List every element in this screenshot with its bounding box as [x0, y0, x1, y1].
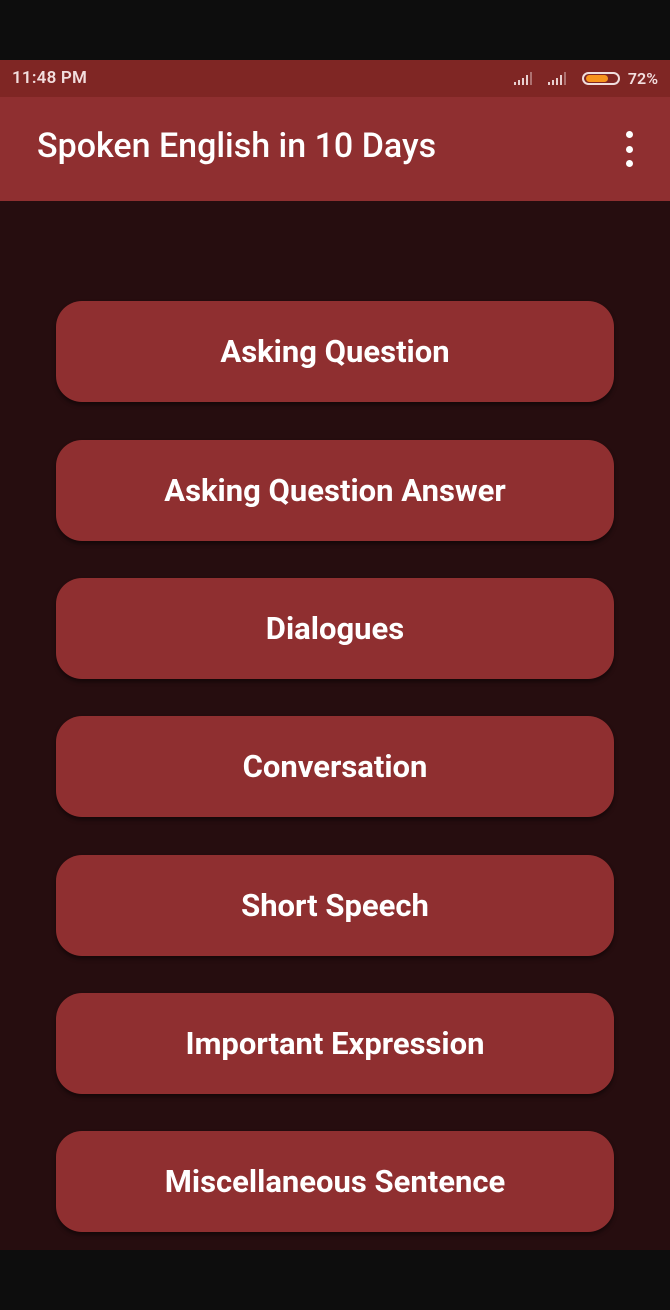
- battery-fill: [585, 74, 608, 82]
- status-bar: 11:48 PM 72%: [0, 60, 670, 97]
- more-vert-icon[interactable]: [616, 131, 642, 167]
- miscellaneous-sentence-button[interactable]: Miscellaneous Sentence: [56, 1131, 614, 1232]
- status-icons: 72%: [513, 67, 658, 89]
- signal-icon: [547, 71, 570, 85]
- app-title: Spoken English in 10 Days: [37, 126, 437, 166]
- main-content: Asking Question Asking Question Answer D…: [0, 201, 670, 1250]
- status-time: 11:48 PM: [12, 68, 88, 88]
- asking-question-button[interactable]: Asking Question: [56, 301, 614, 402]
- short-speech-button[interactable]: Short Speech: [56, 855, 614, 956]
- navigation-bar: [0, 1250, 670, 1310]
- battery-percent: 72%: [627, 68, 658, 88]
- asking-question-answer-button[interactable]: Asking Question Answer: [56, 440, 614, 541]
- signal-icon: [513, 71, 536, 85]
- battery-icon: [581, 71, 620, 85]
- screen: 11:48 PM 72% Spoken English in 10 Days A…: [0, 0, 670, 1310]
- conversation-button[interactable]: Conversation: [56, 716, 614, 817]
- dialogues-button[interactable]: Dialogues: [56, 578, 614, 679]
- app-bar: Spoken English in 10 Days: [0, 97, 670, 201]
- important-expression-button[interactable]: Important Expression: [56, 993, 614, 1094]
